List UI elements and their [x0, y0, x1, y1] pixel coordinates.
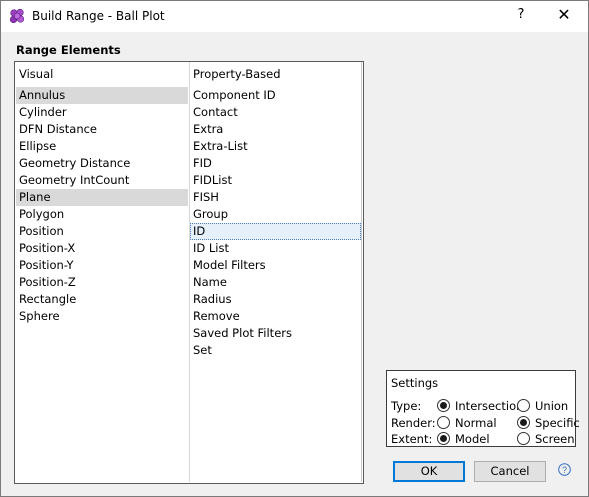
ok-button[interactable]: OK — [393, 461, 465, 482]
title-bar: Build Range - Ball Plot ? ✕ — [1, 1, 588, 32]
settings-panel: Settings Type: Intersection Union Render… — [386, 370, 580, 447]
property-list-item[interactable]: FIDList — [190, 172, 361, 189]
property-list-item[interactable]: Component ID — [190, 87, 361, 104]
property-list-item[interactable]: Extra — [190, 121, 361, 138]
range-elements-list[interactable]: Visual Property-Based Annulus Cylinder DFN… — [14, 61, 364, 484]
visual-list-item[interactable]: Position-Z — [16, 274, 188, 291]
property-column: Component ID Contact Extra Extra-List FID FID… — [190, 87, 361, 359]
visual-column-header: Visual — [19, 67, 54, 81]
property-list-item[interactable]: Remove — [190, 308, 361, 325]
help-circle-icon[interactable]: ? — [558, 463, 571, 476]
property-list-item[interactable]: ID — [190, 223, 361, 240]
extent-label: Extent: — [391, 432, 433, 446]
visual-list-item[interactable]: Ellipse — [16, 138, 188, 155]
visual-list-item[interactable]: Position-X — [16, 240, 188, 257]
radio-label-model: Model — [455, 432, 490, 446]
property-list-item[interactable]: Name — [190, 274, 361, 291]
settings-title: Settings — [391, 376, 439, 390]
visual-list-item[interactable]: Position — [16, 223, 188, 240]
radio-specific[interactable] — [517, 416, 530, 429]
radio-normal[interactable] — [437, 416, 450, 429]
property-list-item[interactable]: Set — [190, 342, 361, 359]
type-label: Type: — [391, 399, 422, 413]
property-list-item[interactable]: FISH — [190, 189, 361, 206]
radio-label-screen: Screen — [535, 432, 575, 446]
radio-model[interactable] — [437, 432, 450, 445]
render-label: Render: — [391, 416, 436, 430]
range-elements-title: Range Elements — [16, 43, 121, 57]
visual-list-item[interactable]: Geometry Distance — [16, 155, 188, 172]
visual-list-item[interactable]: Polygon — [16, 206, 188, 223]
close-button[interactable]: ✕ — [554, 5, 574, 25]
ball-cluster-icon — [9, 8, 25, 24]
radio-intersection[interactable] — [437, 399, 450, 412]
radio-union[interactable] — [517, 399, 530, 412]
dialog-window: Build Range - Ball Plot ? ✕ Range Elemen… — [0, 0, 589, 497]
cancel-button[interactable]: Cancel — [474, 461, 546, 482]
radio-label-union: Union — [535, 399, 569, 413]
visual-list-item[interactable]: Plane — [16, 189, 188, 206]
radio-screen[interactable] — [517, 432, 530, 445]
visual-list-item[interactable]: Cylinder — [16, 104, 188, 121]
property-column-header: Property-Based — [193, 67, 281, 81]
visual-list-item[interactable]: Position-Y — [16, 257, 188, 274]
visual-column: Annulus Cylinder DFN Distance Ellipse Geomet… — [16, 87, 188, 325]
visual-list-item[interactable]: Sphere — [16, 308, 188, 325]
radio-label-intersection: Intersection — [455, 399, 524, 413]
list-scroll-edge — [361, 62, 362, 482]
property-list-item[interactable]: Group — [190, 206, 361, 223]
visual-list-item[interactable]: Rectangle — [16, 291, 188, 308]
property-list-item[interactable]: Contact — [190, 104, 361, 121]
property-list-item[interactable]: FID — [190, 155, 361, 172]
property-list-item[interactable]: Radius — [190, 291, 361, 308]
radio-label-normal: Normal — [455, 416, 497, 430]
visual-list-item[interactable]: Annulus — [16, 87, 188, 104]
visual-list-item[interactable]: Geometry IntCount — [16, 172, 188, 189]
radio-label-specific: Specific — [535, 416, 580, 430]
property-list-item[interactable]: Extra-List — [190, 138, 361, 155]
visual-list-item[interactable]: DFN Distance — [16, 121, 188, 138]
property-list-item[interactable]: Saved Plot Filters — [190, 325, 361, 342]
property-list-item[interactable]: Model Filters — [190, 257, 361, 274]
property-list-item[interactable]: ID List — [190, 240, 361, 257]
window-title: Build Range - Ball Plot — [32, 9, 165, 23]
svg-text:?: ? — [562, 465, 567, 475]
title-help-button[interactable]: ? — [513, 7, 529, 25]
